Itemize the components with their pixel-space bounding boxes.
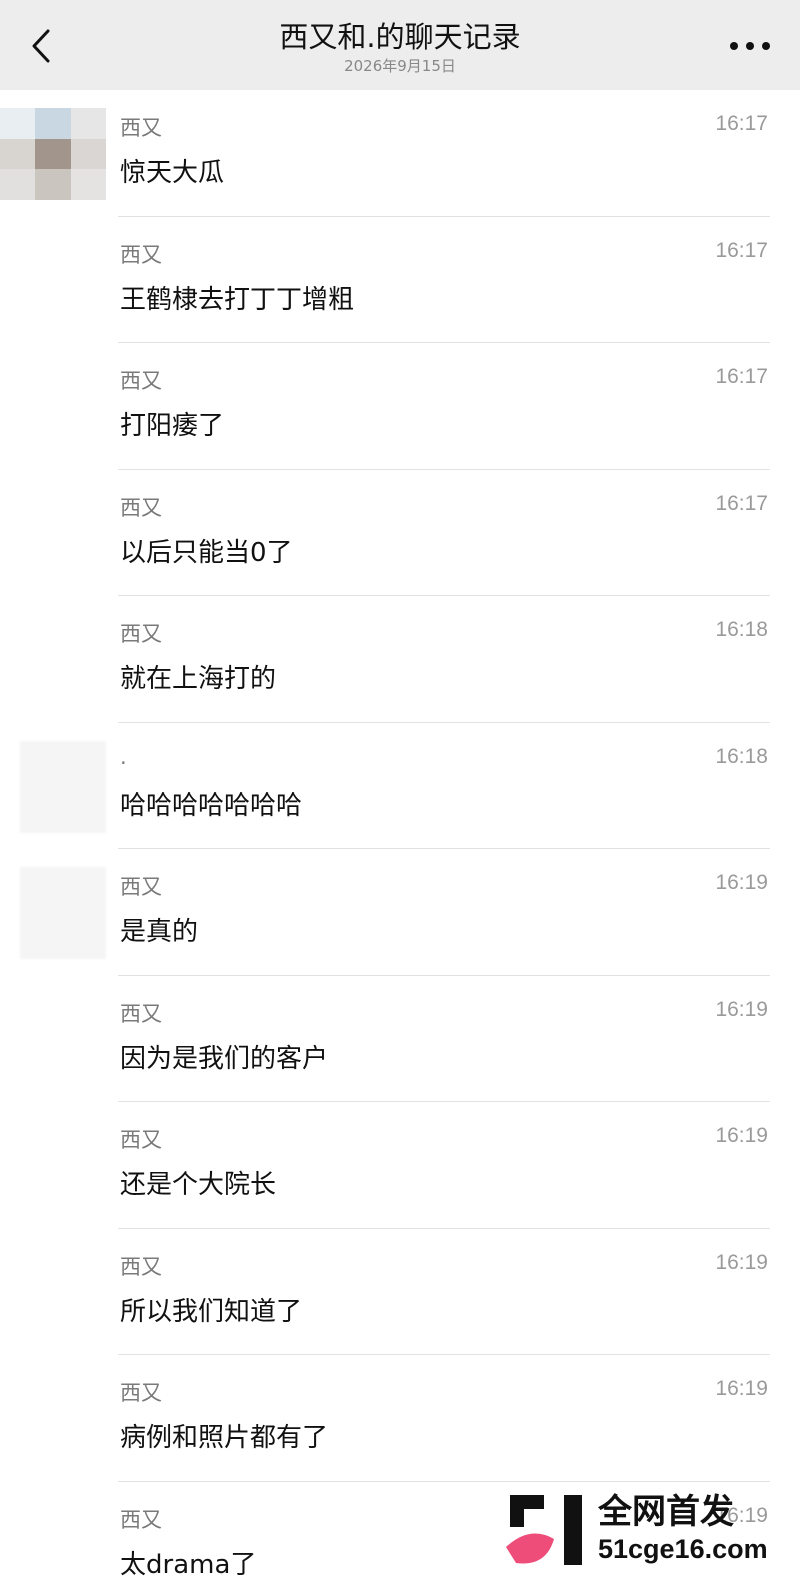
message-sender: 西又 <box>120 116 162 140</box>
message-item[interactable]: 西又 16:17 王鹤棣去打丁丁增粗 <box>0 217 800 343</box>
chat-history-header: 西又和.的聊天记录 2026年9月15日 <box>0 0 800 90</box>
message-text: 还是个大院长 <box>120 1170 277 1200</box>
message-sender: 西又 <box>120 1001 162 1026</box>
title-block: 西又和.的聊天记录 2026年9月15日 <box>150 18 650 76</box>
message-item[interactable]: 西又 16:19 病例和照片都有了 <box>0 1355 800 1482</box>
message-sender: 西又 <box>120 1128 162 1152</box>
chevron-left-icon <box>32 29 50 63</box>
page-date: 2026年9月15日 <box>344 57 456 75</box>
watermark-line2: 51cge16.com <box>598 1534 768 1564</box>
message-text: 王鹤棣去打丁丁增粗 <box>120 284 355 315</box>
message-item[interactable]: 西又 16:17 以后只能当0了 <box>0 470 800 596</box>
watermark: 全网首发 51cge16.com <box>500 1478 800 1580</box>
avatar[interactable] <box>20 740 106 833</box>
message-sender: 西又 <box>120 622 162 646</box>
message-time: 16:17 <box>715 365 768 388</box>
message-time: 16:17 <box>715 491 768 515</box>
message-item[interactable]: 西又 16:19 是真的 <box>0 849 800 976</box>
message-item[interactable]: 西又 16:19 所以我们知道了 <box>0 1229 800 1355</box>
message-sender: . <box>120 744 127 769</box>
message-text: 所以我们知道了 <box>120 1296 303 1327</box>
message-text: 因为是我们的客户 <box>120 1043 329 1074</box>
message-sender: 西又 <box>120 242 162 267</box>
message-time: 16:18 <box>715 618 768 641</box>
message-text: 病例和照片都有了 <box>120 1423 329 1453</box>
message-time: 16:17 <box>715 238 768 262</box>
message-sender: 西又 <box>120 495 162 520</box>
more-button[interactable] <box>730 36 770 56</box>
more-dots-icon <box>730 42 738 50</box>
message-text: 惊天大瓜 <box>120 158 225 188</box>
watermark-line1: 全网首发 <box>598 1492 734 1532</box>
message-time: 16:18 <box>715 744 768 768</box>
message-sender: 西又 <box>120 1254 162 1279</box>
message-sender: 西又 <box>120 1381 162 1405</box>
message-time: 16:19 <box>715 997 768 1021</box>
back-button[interactable] <box>22 26 62 66</box>
message-text: 哈哈哈哈哈哈哈 <box>120 790 303 821</box>
watermark-logo <box>500 1489 590 1569</box>
message-time: 16:19 <box>715 1377 768 1400</box>
message-text: 是真的 <box>120 917 199 947</box>
message-sender: 西又 <box>120 875 162 899</box>
message-text: 打阳痿了 <box>120 411 225 441</box>
message-time: 16:19 <box>715 871 768 894</box>
message-text: 就在上海打的 <box>120 664 277 694</box>
more-dots-icon <box>746 42 754 50</box>
message-sender: 西又 <box>120 1507 162 1532</box>
message-time: 16:19 <box>715 1124 768 1147</box>
message-list: 西又 16:17 惊天大瓜 西又 16:17 王鹤棣去打丁丁增粗 西又 16:17 打阳痿了 西又… <box>0 90 800 1580</box>
message-item[interactable]: 西又 16:19 还是个大院长 <box>0 1102 800 1229</box>
message-time: 16:17 <box>715 112 768 135</box>
message-item[interactable]: 西又 16:17 打阳痿了 <box>0 343 800 470</box>
message-time: 16:19 <box>715 1250 768 1274</box>
page-title: 西又和.的聊天记录 <box>279 20 521 54</box>
avatar[interactable] <box>0 108 106 200</box>
message-item[interactable]: 西又 16:18 就在上海打的 <box>0 596 800 723</box>
more-dots-icon <box>762 42 770 50</box>
message-item[interactable]: 西又 16:17 惊天大瓜 <box>0 90 800 217</box>
message-sender: 西又 <box>120 369 162 393</box>
avatar[interactable] <box>20 867 106 959</box>
message-item[interactable]: 西又 16:19 因为是我们的客户 <box>0 976 800 1102</box>
message-text: 以后只能当0了 <box>120 537 293 568</box>
message-item[interactable]: . 16:18 哈哈哈哈哈哈哈 <box>0 723 800 849</box>
message-text: 太drama了 <box>120 1549 257 1580</box>
